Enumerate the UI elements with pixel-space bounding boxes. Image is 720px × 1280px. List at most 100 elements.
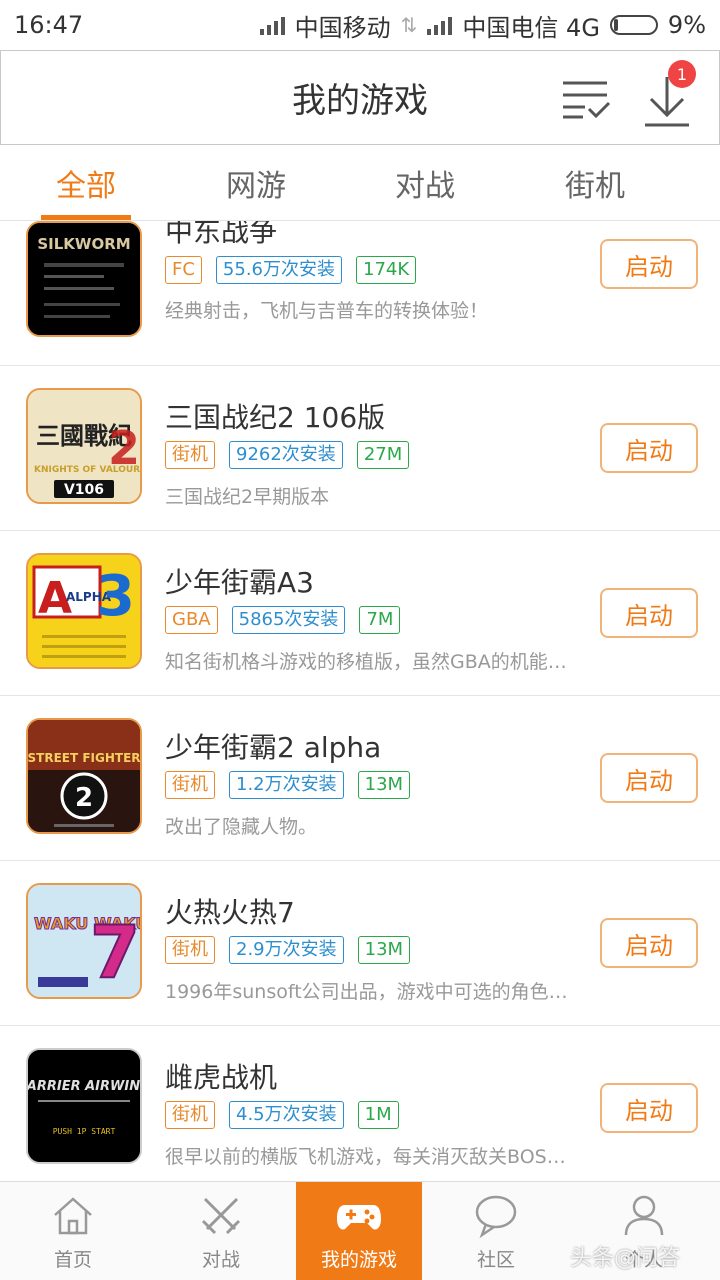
platform-tag: GBA xyxy=(165,606,218,634)
game-description: 改出了隐藏人物。 xyxy=(165,816,318,838)
gamepad-icon xyxy=(337,1205,381,1230)
category-tabs: 全部 网游 对战 街机 xyxy=(0,145,720,221)
chat-bubble-icon xyxy=(475,1195,517,1239)
swords-icon xyxy=(201,1197,241,1235)
install-count-tag: 2.9万次安装 xyxy=(229,936,344,964)
list-check-icon[interactable] xyxy=(559,75,613,123)
game-list[interactable]: SILKWORM 中东战争 FC 55.6万次安装 174K 经典射击，飞机与吉… xyxy=(0,221,720,1181)
platform-tag: 街机 xyxy=(165,1101,215,1129)
size-tag: 1M xyxy=(357,1101,399,1129)
size-tag: 13M xyxy=(357,771,411,799)
game-name: 少年街霸A3 xyxy=(165,566,314,599)
battery-percent: 9% xyxy=(667,11,706,39)
list-item[interactable]: WAKU WAKU 7 火热火热7 街机 2.9万次安装 13M 1996年su… xyxy=(0,861,720,1026)
launch-button[interactable]: 启动 xyxy=(600,1083,698,1133)
install-count-tag: 4.5万次安装 xyxy=(229,1101,344,1129)
game-name: 雌虎战机 xyxy=(165,1061,278,1094)
status-indicators: 中国移动 ⇅ 中国电信 4G 9% xyxy=(259,8,706,43)
install-count-tag: 5865次安装 xyxy=(231,606,346,634)
launch-button[interactable]: 启动 xyxy=(600,753,698,803)
game-thumbnail: CARRIER AIRWING PUSH 1P START xyxy=(26,1048,142,1164)
svg-text:SILKWORM: SILKWORM xyxy=(37,235,130,253)
platform-tag: 街机 xyxy=(165,771,215,799)
svg-text:7: 7 xyxy=(90,910,140,994)
game-tags: 街机 4.5万次安装 1M xyxy=(165,1101,399,1129)
tab-all[interactable]: 全部 xyxy=(16,145,156,220)
game-thumbnail: 三國戰紀 2 KNIGHTS OF VALOUR V106 xyxy=(26,388,142,504)
list-item[interactable]: A ALPHA 3 少年街霸A3 GBA 5865次安装 7M 知名街机格斗游戏… xyxy=(0,531,720,696)
platform-tag: 街机 xyxy=(165,441,215,469)
knights-of-valour-cover-icon: 三國戰紀 2 KNIGHTS OF VALOUR V106 xyxy=(28,390,140,502)
tab-battle[interactable]: 对战 xyxy=(355,145,495,220)
launch-button[interactable]: 启动 xyxy=(600,918,698,968)
signal-icon xyxy=(259,15,285,35)
game-description: 三国战纪2早期版本 xyxy=(165,486,330,508)
svg-text:2: 2 xyxy=(75,783,93,813)
game-tags: GBA 5865次安装 7M xyxy=(165,606,401,634)
nav-community[interactable]: 社区 xyxy=(433,1182,559,1280)
platform-tag: 街机 xyxy=(165,936,215,964)
watermark: 头条@问答 xyxy=(570,1246,681,1271)
status-time: 16:47 xyxy=(14,11,84,39)
street-fighter-alpha3-cover-icon: A ALPHA 3 xyxy=(28,555,140,667)
game-thumbnail: STREET FIGHTER 2 xyxy=(26,718,142,834)
game-name: 火热火热7 xyxy=(165,896,295,929)
size-tag: 27M xyxy=(356,441,410,469)
game-description: 经典射击，飞机与吉普车的转换体验！ xyxy=(165,300,489,322)
nav-label: 我的游戏 xyxy=(320,1249,397,1271)
battery-icon xyxy=(609,15,658,35)
nav-battle[interactable]: 对战 xyxy=(158,1182,284,1280)
street-fighter-alpha2-cover-icon: STREET FIGHTER 2 xyxy=(28,720,140,832)
svg-text:V106: V106 xyxy=(64,482,104,498)
carrier-1: 中国移动 xyxy=(294,13,391,42)
size-tag: 13M xyxy=(357,936,411,964)
svg-text:3: 3 xyxy=(96,564,135,629)
game-name: 少年街霸2 alpha xyxy=(165,731,382,764)
nav-home[interactable]: 首页 xyxy=(10,1182,136,1280)
game-description: 知名街机格斗游戏的移植版，虽然GBA的机能… xyxy=(165,651,567,673)
size-tag: 174K xyxy=(356,256,417,284)
nav-label: 首页 xyxy=(53,1249,92,1271)
svg-text:PUSH 1P START: PUSH 1P START xyxy=(53,1127,116,1136)
install-count-tag: 9262次安装 xyxy=(229,441,343,469)
carrier-airwing-cover-icon: CARRIER AIRWING PUSH 1P START xyxy=(28,1050,140,1162)
tab-online[interactable]: 网游 xyxy=(186,145,326,220)
svg-text:KNIGHTS OF VALOUR: KNIGHTS OF VALOUR xyxy=(34,465,140,475)
person-icon xyxy=(624,1195,664,1236)
game-description: 1996年sunsoft公司出品，游戏中可选的角色… xyxy=(165,981,568,1003)
launch-button[interactable]: 启动 xyxy=(600,239,698,289)
game-tags: 街机 9262次安装 27M xyxy=(165,441,410,469)
nav-label: 对战 xyxy=(201,1249,240,1271)
list-item[interactable]: STREET FIGHTER 2 少年街霸2 alpha 街机 1.2万次安装 … xyxy=(0,696,720,861)
status-bar: 16:47 中国移动 ⇅ 中国电信 4G 9% xyxy=(0,0,720,50)
game-tags: 街机 2.9万次安装 13M xyxy=(165,936,411,964)
download-badge: 1 xyxy=(668,60,696,88)
platform-tag: FC xyxy=(165,256,202,284)
silkworm-cover-icon: SILKWORM xyxy=(28,223,140,335)
home-icon xyxy=(54,1197,92,1235)
game-tags: 街机 1.2万次安装 13M xyxy=(165,771,411,799)
game-name: 中东战争 xyxy=(165,221,278,248)
game-thumbnail: SILKWORM xyxy=(26,221,142,337)
size-tag: 7M xyxy=(359,606,401,634)
nav-my-games[interactable]: 我的游戏 xyxy=(296,1182,422,1280)
tab-arcade[interactable]: 街机 xyxy=(525,145,665,220)
list-item[interactable]: 三國戰紀 2 KNIGHTS OF VALOUR V106 三国战纪2 106版… xyxy=(0,366,720,531)
game-thumbnail: A ALPHA 3 xyxy=(26,553,142,669)
game-tags: FC 55.6万次安装 174K xyxy=(165,256,417,284)
game-thumbnail: WAKU WAKU 7 xyxy=(26,883,142,999)
install-count-tag: 1.2万次安装 xyxy=(229,771,344,799)
list-item[interactable]: CARRIER AIRWING PUSH 1P START 雌虎战机 街机 4.… xyxy=(0,1026,720,1181)
install-count-tag: 55.6万次安装 xyxy=(215,256,342,284)
data-arrows-icon: ⇅ xyxy=(400,13,418,37)
svg-text:CARRIER AIRWING: CARRIER AIRWING xyxy=(28,1079,140,1094)
launch-button[interactable]: 启动 xyxy=(600,423,698,473)
game-name: 三国战纪2 106版 xyxy=(165,401,386,434)
launch-button[interactable]: 启动 xyxy=(600,588,698,638)
signal-icon-2 xyxy=(427,15,453,35)
waku-waku-7-cover-icon: WAKU WAKU 7 xyxy=(28,885,140,997)
list-item[interactable]: SILKWORM 中东战争 FC 55.6万次安装 174K 经典射击，飞机与吉… xyxy=(0,221,720,366)
nav-label: 社区 xyxy=(476,1249,515,1271)
game-description: 很早以前的横版飞机游戏，每关消灭敌关BOS… xyxy=(165,1146,566,1168)
app-header: 我的游戏 xyxy=(0,50,720,145)
